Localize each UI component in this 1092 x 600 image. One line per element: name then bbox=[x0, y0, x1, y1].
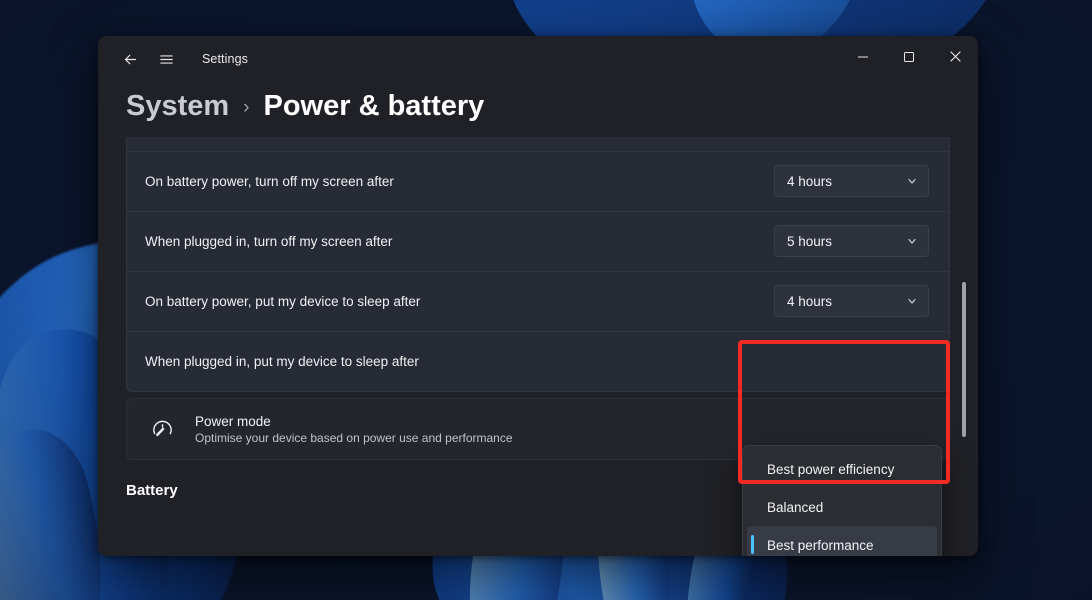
back-button[interactable] bbox=[112, 43, 148, 75]
flyout-option-label: Best power efficiency bbox=[767, 461, 895, 477]
breadcrumb-separator-icon: › bbox=[243, 96, 250, 118]
row-label: On battery power, turn off my screen aft… bbox=[145, 173, 394, 189]
row-label: When plugged in, turn off my screen afte… bbox=[145, 233, 393, 249]
speedometer-icon bbox=[145, 418, 179, 441]
row-label: When plugged in, put my device to sleep … bbox=[145, 353, 419, 369]
row-label: On battery power, put my device to sleep… bbox=[145, 293, 421, 309]
maximize-icon bbox=[903, 50, 915, 68]
dropdown-value: 5 hours bbox=[787, 233, 833, 249]
flyout-option-balanced[interactable]: Balanced bbox=[747, 488, 937, 526]
flyout-option-label: Best performance bbox=[767, 537, 874, 553]
dropdown-value: 4 hours bbox=[787, 293, 833, 309]
chevron-down-icon bbox=[906, 295, 918, 307]
flyout-option-best-power-efficiency[interactable]: Best power efficiency bbox=[747, 450, 937, 488]
settings-window: Settings System › Power & battery On bat… bbox=[98, 36, 978, 556]
table-row: On battery power, put my device to sleep… bbox=[127, 271, 949, 331]
screen-and-sleep-card: On battery power, turn off my screen aft… bbox=[126, 137, 950, 392]
maximize-button[interactable] bbox=[886, 36, 932, 82]
close-button[interactable] bbox=[932, 36, 978, 82]
flyout-option-label: Balanced bbox=[767, 499, 824, 515]
sleep-on-battery-dropdown[interactable]: 4 hours bbox=[774, 285, 929, 317]
breadcrumb: System › Power & battery bbox=[98, 82, 978, 137]
power-mode-texts: Power mode Optimise your device based on… bbox=[195, 414, 929, 445]
table-row-clipped bbox=[127, 137, 949, 151]
minimize-button[interactable] bbox=[840, 36, 886, 82]
power-mode-title: Power mode bbox=[195, 413, 271, 429]
settings-scroll-area[interactable]: On battery power, turn off my screen aft… bbox=[98, 137, 978, 556]
hamburger-menu-button[interactable] bbox=[148, 43, 184, 75]
window-titlebar: Settings bbox=[98, 36, 978, 82]
window-title: Settings bbox=[202, 52, 248, 66]
screen-off-plugged-dropdown[interactable]: 5 hours bbox=[774, 225, 929, 257]
scrollbar-thumb[interactable] bbox=[962, 282, 966, 437]
close-icon bbox=[949, 50, 962, 68]
desktop-background: Settings System › Power & battery On bat… bbox=[0, 0, 1092, 600]
breadcrumb-parent-link[interactable]: System bbox=[126, 90, 229, 123]
back-arrow-icon bbox=[122, 51, 139, 68]
table-row: When plugged in, put my device to sleep … bbox=[127, 331, 949, 391]
chevron-down-icon bbox=[906, 175, 918, 187]
flyout-option-best-performance[interactable]: Best performance bbox=[747, 526, 937, 556]
screen-off-battery-dropdown[interactable]: 4 hours bbox=[774, 165, 929, 197]
page-title: Power & battery bbox=[263, 90, 485, 122]
vertical-scrollbar[interactable] bbox=[958, 137, 970, 556]
hamburger-menu-icon bbox=[158, 51, 175, 68]
power-mode-subtitle: Optimise your device based on power use … bbox=[195, 430, 513, 445]
power-mode-dropdown-flyout[interactable]: Best power efficiency Balanced Best perf… bbox=[742, 445, 942, 556]
chevron-down-icon bbox=[906, 235, 918, 247]
table-row: On battery power, turn off my screen aft… bbox=[127, 151, 949, 211]
minimize-icon bbox=[857, 50, 869, 68]
dropdown-value: 4 hours bbox=[787, 173, 833, 189]
table-row: When plugged in, turn off my screen afte… bbox=[127, 211, 949, 271]
